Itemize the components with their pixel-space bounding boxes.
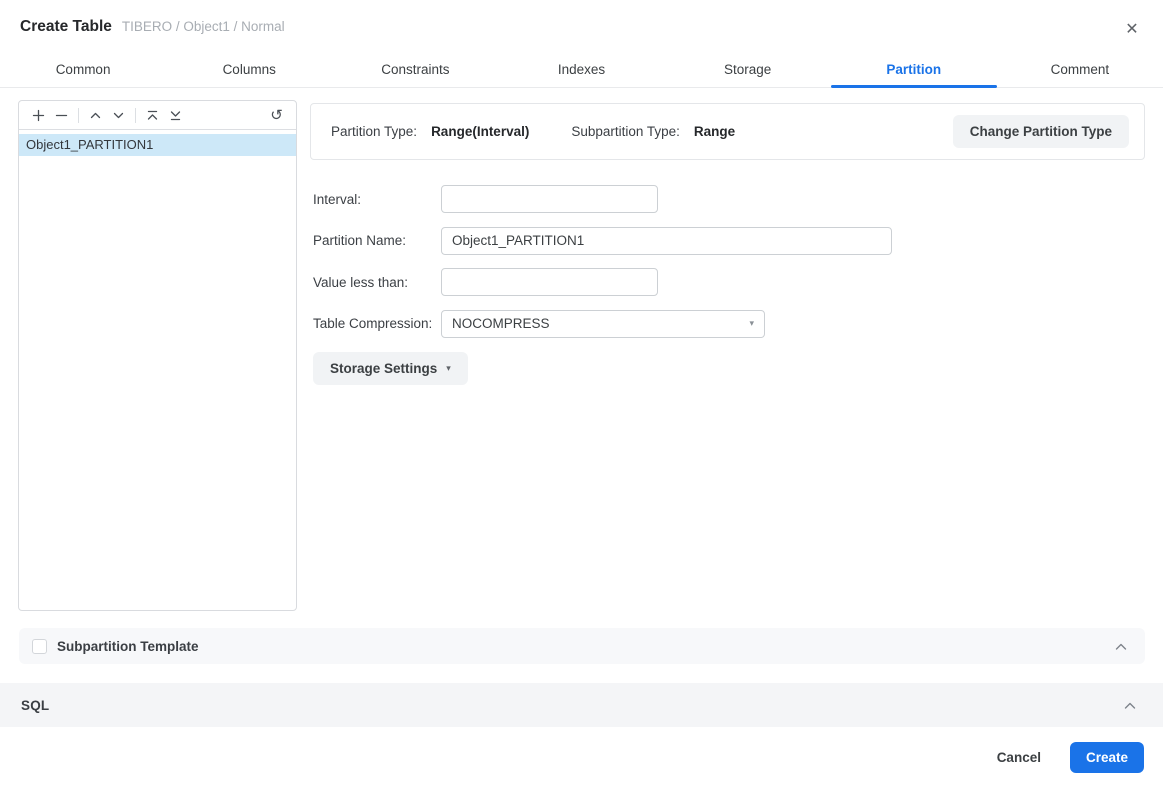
interval-input[interactable] [441, 185, 658, 213]
value-less-than-row: Value less than: [313, 268, 892, 296]
chevron-down-icon [112, 109, 125, 122]
toolbar-divider [135, 107, 136, 123]
tab-indexes[interactable]: Indexes [498, 55, 664, 87]
partition-name-input[interactable] [441, 226, 892, 255]
list-item[interactable]: Object1_PARTITION1 [19, 134, 296, 156]
value-less-than-label: Value less than: [313, 274, 409, 290]
toolbar-divider [78, 107, 79, 123]
storage-settings-button[interactable]: Storage Settings ▾ [313, 352, 468, 385]
close-icon: ✕ [1125, 21, 1139, 38]
sql-section-label: SQL [21, 697, 50, 713]
table-compression-value: NOCOMPRESS [452, 316, 550, 331]
partition-type-value: Range(Interval) [431, 124, 530, 139]
table-compression-label: Table Compression: [313, 316, 433, 331]
partition-name-row: Partition Name: [313, 226, 892, 255]
partition-list-panel: ↺ Object1_PARTITION1 [18, 100, 297, 611]
partition-list-toolbar: ↺ [19, 101, 296, 130]
reset-list-button[interactable]: ↺ [265, 104, 288, 127]
partition-list: Object1_PARTITION1 [19, 130, 296, 156]
table-compression-row: Table Compression: NOCOMPRESS ▾ [313, 309, 892, 338]
tab-common[interactable]: Common [0, 55, 166, 87]
change-partition-type-button[interactable]: Change Partition Type [952, 115, 1129, 148]
subpartition-template-checkbox[interactable] [32, 638, 47, 654]
collapse-sql-button[interactable] [1124, 698, 1136, 713]
interval-row: Interval: [313, 185, 892, 213]
move-up-button[interactable] [84, 104, 107, 127]
dialog-header: Create Table TIBERO / Object1 / Normal [20, 18, 1113, 36]
reset-icon: ↺ [270, 105, 283, 124]
partition-type-bar: Partition Type: Range(Interval) Subparti… [310, 103, 1145, 160]
tab-columns[interactable]: Columns [166, 55, 332, 87]
subpartition-type-label: Subpartition Type: [571, 124, 680, 139]
minus-icon [55, 109, 68, 122]
page-title: Create Table [20, 18, 112, 35]
plus-icon [32, 109, 45, 122]
tab-constraints[interactable]: Constraints [332, 55, 498, 87]
move-to-bottom-button[interactable] [164, 104, 187, 127]
arrow-to-top-icon [146, 109, 159, 122]
dropdown-caret-icon: ▾ [749, 318, 754, 329]
value-less-than-input[interactable] [441, 268, 658, 296]
close-button[interactable]: ✕ [1121, 18, 1143, 40]
cancel-button[interactable]: Cancel [997, 750, 1041, 765]
subpartition-template-section: Subpartition Template [19, 628, 1145, 664]
chevron-up-icon [1115, 639, 1127, 654]
move-to-top-button[interactable] [141, 104, 164, 127]
chevron-up-icon [89, 109, 102, 122]
sql-section: SQL [0, 683, 1163, 727]
chevron-up-icon [1124, 698, 1136, 713]
partition-name-label: Partition Name: [313, 233, 407, 248]
tab-bar: Common Columns Constraints Indexes Stora… [0, 55, 1163, 88]
tab-comment[interactable]: Comment [997, 55, 1163, 87]
collapse-subpartition-button[interactable] [1115, 639, 1127, 654]
move-down-button[interactable] [107, 104, 130, 127]
arrow-to-bottom-icon [169, 109, 182, 122]
create-button[interactable]: Create [1069, 742, 1144, 773]
tab-partition[interactable]: Partition [830, 55, 997, 88]
remove-partition-button[interactable] [50, 104, 73, 127]
interval-label: Interval: [313, 191, 362, 207]
storage-settings-label: Storage Settings [330, 361, 438, 376]
tab-storage[interactable]: Storage [665, 55, 831, 87]
dialog-footer: Cancel Create [997, 742, 1144, 773]
partition-type-label: Partition Type: [331, 124, 418, 139]
partition-form: Interval: Partition Name: Value less tha… [313, 185, 892, 385]
add-partition-button[interactable] [27, 104, 50, 127]
subpartition-template-label: Subpartition Template [57, 638, 199, 654]
breadcrumb: TIBERO / Object1 / Normal [121, 19, 285, 34]
dropdown-caret-icon: ▾ [446, 363, 451, 374]
table-compression-select[interactable]: NOCOMPRESS ▾ [441, 309, 765, 338]
subpartition-type-value: Range [693, 124, 736, 139]
